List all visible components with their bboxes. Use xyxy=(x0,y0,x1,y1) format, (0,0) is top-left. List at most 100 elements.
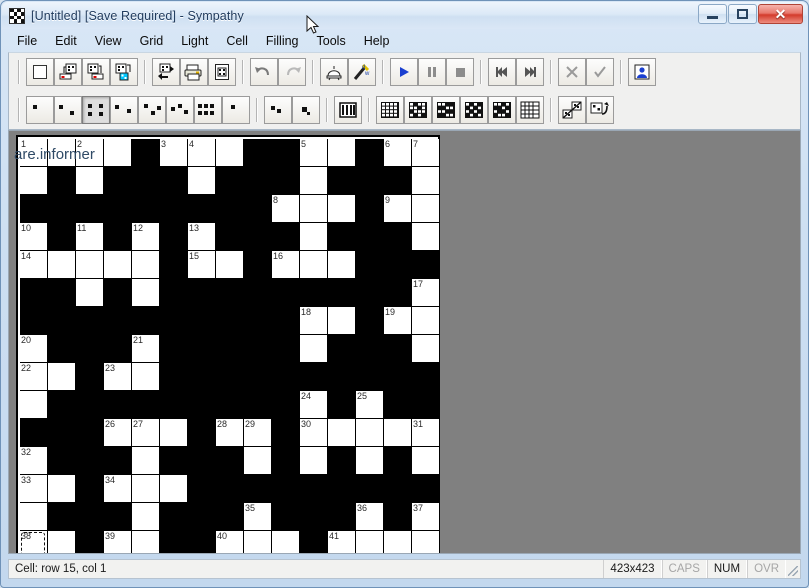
grid-cell[interactable] xyxy=(132,503,160,531)
grid-cell[interactable] xyxy=(48,251,76,279)
grid-cell[interactable]: 21 xyxy=(132,335,160,363)
export-button[interactable] xyxy=(152,58,180,86)
grid-cell[interactable] xyxy=(384,419,412,447)
grid-cell[interactable] xyxy=(384,335,412,363)
grid-cell[interactable] xyxy=(216,195,244,223)
grid-cell[interactable] xyxy=(244,223,272,251)
grid-cell[interactable] xyxy=(412,531,440,553)
grid-cell[interactable] xyxy=(412,363,440,391)
grid-cell[interactable] xyxy=(132,531,160,553)
grid-cell[interactable] xyxy=(272,475,300,503)
grid-cell[interactable]: 4 xyxy=(188,139,216,167)
menu-filling[interactable]: Filling xyxy=(257,32,308,50)
grid-cell[interactable] xyxy=(272,139,300,167)
grid-cell[interactable] xyxy=(20,503,48,531)
grid-cell[interactable] xyxy=(356,447,384,475)
grid-cell[interactable] xyxy=(76,447,104,475)
grid-cell[interactable] xyxy=(104,139,132,167)
accept-button[interactable] xyxy=(586,58,614,86)
grid-cell[interactable] xyxy=(412,251,440,279)
grid-cell[interactable] xyxy=(384,363,412,391)
grid-cell[interactable] xyxy=(412,195,440,223)
grid-cell[interactable] xyxy=(104,335,132,363)
grid-cell[interactable] xyxy=(160,419,188,447)
grid-cell[interactable] xyxy=(188,307,216,335)
grid-cell[interactable] xyxy=(160,335,188,363)
grid-cell[interactable] xyxy=(132,195,160,223)
grid-cell[interactable] xyxy=(104,251,132,279)
grid-cell[interactable]: 20 xyxy=(20,335,48,363)
grid-cell[interactable]: 12 xyxy=(132,223,160,251)
grid-cell[interactable] xyxy=(76,531,104,553)
grid-cell[interactable]: 11 xyxy=(76,223,104,251)
grid-cell[interactable] xyxy=(104,307,132,335)
grid-cell[interactable] xyxy=(272,363,300,391)
grid-cell[interactable] xyxy=(48,335,76,363)
grid-cell[interactable] xyxy=(244,279,272,307)
grid-cell[interactable] xyxy=(300,335,328,363)
grid-cell[interactable] xyxy=(48,447,76,475)
grid-cell[interactable] xyxy=(328,307,356,335)
grid-cell[interactable] xyxy=(244,139,272,167)
symmetry-horizontal-button[interactable] xyxy=(110,96,138,124)
grid-cell[interactable] xyxy=(356,363,384,391)
grid-cell[interactable]: 23 xyxy=(104,363,132,391)
grid-cell[interactable] xyxy=(328,223,356,251)
grid-cell[interactable] xyxy=(272,419,300,447)
grid-cell[interactable] xyxy=(76,335,104,363)
grid-cell[interactable] xyxy=(328,391,356,419)
stop-button[interactable] xyxy=(446,58,474,86)
grid-cell[interactable]: 3 xyxy=(160,139,188,167)
grid-cell[interactable] xyxy=(272,391,300,419)
grid-cell[interactable] xyxy=(356,195,384,223)
grid-cell[interactable]: 28 xyxy=(216,419,244,447)
minimize-button[interactable] xyxy=(698,4,727,24)
grid-cell[interactable] xyxy=(244,447,272,475)
grid-cell[interactable] xyxy=(244,363,272,391)
autofill-wand-button[interactable]: d w xyxy=(348,58,376,86)
grid-cell[interactable] xyxy=(132,475,160,503)
grid-cell[interactable] xyxy=(132,139,160,167)
grid-cell[interactable] xyxy=(412,167,440,195)
clear-pattern-button[interactable] xyxy=(558,96,586,124)
pattern-empty-button[interactable] xyxy=(516,96,544,124)
grid-cell[interactable] xyxy=(244,251,272,279)
grid-cell[interactable]: 40 xyxy=(216,531,244,553)
grid-cell[interactable] xyxy=(20,307,48,335)
grid-cell[interactable] xyxy=(160,167,188,195)
grid-cell[interactable] xyxy=(104,503,132,531)
menu-grid[interactable]: Grid xyxy=(131,32,173,50)
new-grid-button[interactable] xyxy=(26,58,54,86)
grid-cell[interactable] xyxy=(244,335,272,363)
grid-cell[interactable] xyxy=(48,139,76,167)
grid-cell[interactable] xyxy=(272,223,300,251)
grid-cell[interactable] xyxy=(48,419,76,447)
grid-cell[interactable] xyxy=(132,391,160,419)
grid-cell[interactable]: 18 xyxy=(300,307,328,335)
grid-cell[interactable]: 8 xyxy=(272,195,300,223)
grid-cell[interactable] xyxy=(300,363,328,391)
grid-cell[interactable] xyxy=(356,475,384,503)
symmetry-step-button[interactable] xyxy=(292,96,320,124)
grid-cell[interactable] xyxy=(76,419,104,447)
user-button[interactable] xyxy=(628,58,656,86)
grid-cell[interactable] xyxy=(384,503,412,531)
grid-cell[interactable] xyxy=(160,279,188,307)
grid-cell[interactable] xyxy=(188,363,216,391)
grid-cell[interactable]: 38 xyxy=(20,531,48,553)
grid-cell[interactable] xyxy=(160,475,188,503)
grid-cell[interactable] xyxy=(48,503,76,531)
grid-cell[interactable]: 1 xyxy=(20,139,48,167)
grid-cell[interactable] xyxy=(160,223,188,251)
grid-cell[interactable] xyxy=(20,167,48,195)
grid-cell[interactable] xyxy=(356,335,384,363)
grid-cell[interactable] xyxy=(412,475,440,503)
grid-cell[interactable] xyxy=(356,139,384,167)
grid-cell[interactable]: 2 xyxy=(76,139,104,167)
grid-cell[interactable] xyxy=(300,195,328,223)
grid-cell[interactable] xyxy=(328,419,356,447)
grid-cell[interactable] xyxy=(132,279,160,307)
grid-cell[interactable] xyxy=(160,195,188,223)
grid-cell[interactable] xyxy=(160,307,188,335)
grid-cell[interactable] xyxy=(272,503,300,531)
